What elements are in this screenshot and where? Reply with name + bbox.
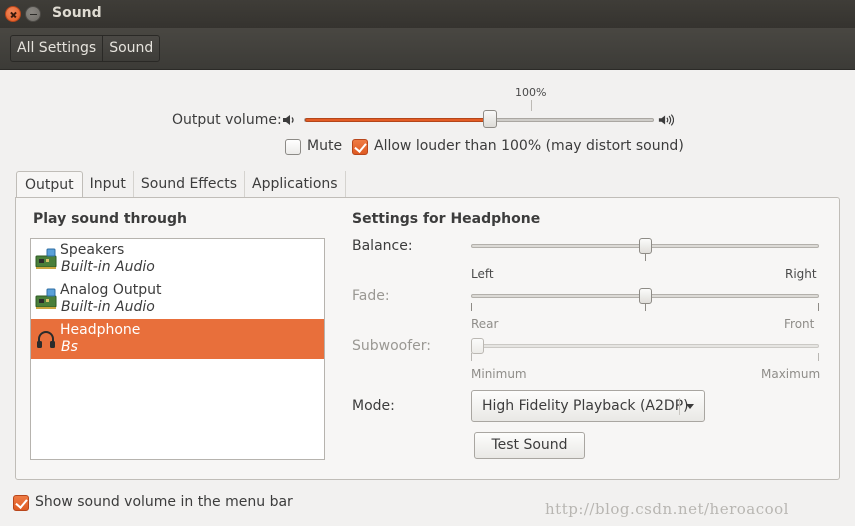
- balance-label: Balance:: [352, 238, 413, 254]
- mode-label: Mode:: [352, 398, 395, 414]
- balance-left-label: Left: [471, 267, 494, 281]
- device-name: Analog Output: [60, 282, 162, 298]
- allow-louder-checkbox[interactable]: [352, 139, 368, 155]
- device-name: Speakers: [60, 242, 125, 258]
- subwoofer-maximum-label: Maximum: [761, 367, 821, 381]
- device-subtitle: Built-in Audio: [61, 259, 155, 275]
- device-subtitle: Built-in Audio: [61, 299, 155, 315]
- balance-right-label: Right: [785, 267, 817, 281]
- device-headphone[interactable]: Headphone Bs: [31, 319, 324, 359]
- tab-sound-effects[interactable]: Sound Effects: [134, 171, 246, 197]
- subwoofer-label: Subwoofer:: [352, 338, 431, 354]
- close-window-button[interactable]: [5, 6, 21, 22]
- settings-for-headphone-title: Settings for Headphone: [352, 211, 541, 227]
- sound-card-icon: [35, 248, 57, 269]
- breadcrumb: All Settings Sound: [10, 35, 161, 62]
- fade-left-tick: [471, 303, 472, 311]
- fade-rear-label: Rear: [471, 317, 499, 331]
- headphone-icon: [37, 331, 55, 348]
- mute-checkbox[interactable]: [285, 139, 301, 155]
- volume-100-mark: [531, 100, 532, 111]
- play-sound-through-title: Play sound through: [33, 211, 187, 227]
- output-device-list: Speakers Built-in Audio Analog Output Bu…: [30, 238, 325, 460]
- breadcrumb-all-settings[interactable]: All Settings: [11, 36, 102, 61]
- chevron-down-icon: [686, 404, 694, 409]
- speaker-high-icon: [658, 114, 674, 126]
- minimize-window-button[interactable]: [25, 6, 41, 22]
- output-volume-fill: [305, 118, 491, 122]
- test-sound-button[interactable]: Test Sound: [474, 432, 585, 459]
- balance-handle[interactable]: [639, 238, 652, 254]
- tab-input[interactable]: Input: [83, 171, 134, 197]
- subwoofer-min-tick: [471, 353, 472, 361]
- mode-dropdown-divider: [679, 398, 680, 415]
- tab-output[interactable]: Output: [16, 171, 83, 198]
- device-subtitle: Bs: [61, 339, 78, 355]
- device-analog-output[interactable]: Analog Output Built-in Audio: [31, 279, 324, 319]
- breadcrumb-sound[interactable]: Sound: [102, 36, 159, 61]
- tab-applications[interactable]: Applications: [245, 171, 346, 197]
- mute-label: Mute: [307, 138, 343, 154]
- fade-front-label: Front: [784, 317, 815, 331]
- fade-handle[interactable]: [639, 288, 652, 304]
- output-volume-label: Output volume:: [172, 112, 282, 128]
- tab-bar: Output Input Sound Effects Applications: [16, 171, 346, 198]
- show-volume-menu-checkbox[interactable]: [13, 495, 29, 511]
- window-title: Sound: [52, 5, 102, 21]
- speaker-low-icon: [283, 115, 294, 125]
- mode-dropdown[interactable]: High Fidelity Playback (A2DP): [471, 390, 705, 422]
- output-volume-handle[interactable]: [483, 110, 497, 128]
- device-name: Headphone: [60, 322, 141, 338]
- fade-center-tick: [645, 303, 646, 311]
- watermark-text: http://blog.csdn.net/heroacool: [545, 500, 789, 518]
- balance-center-tick: [645, 253, 646, 261]
- sound-card-icon: [35, 288, 57, 309]
- show-volume-menu-label: Show sound volume in the menu bar: [35, 494, 293, 510]
- subwoofer-max-tick: [818, 353, 819, 361]
- fade-label: Fade:: [352, 288, 390, 304]
- volume-100-percent-label: 100%: [515, 86, 547, 99]
- fade-right-tick: [818, 303, 819, 311]
- title-bar: Sound: [0, 0, 855, 28]
- device-speakers[interactable]: Speakers Built-in Audio: [31, 239, 324, 279]
- output-volume-slider[interactable]: [304, 118, 654, 122]
- subwoofer-handle: [471, 338, 484, 354]
- toolbar: All Settings Sound: [0, 28, 855, 70]
- mode-selected-value: High Fidelity Playback (A2DP): [482, 398, 689, 414]
- subwoofer-minimum-label: Minimum: [471, 367, 527, 381]
- allow-louder-label: Allow louder than 100% (may distort soun…: [374, 138, 684, 154]
- subwoofer-slider: [471, 344, 819, 348]
